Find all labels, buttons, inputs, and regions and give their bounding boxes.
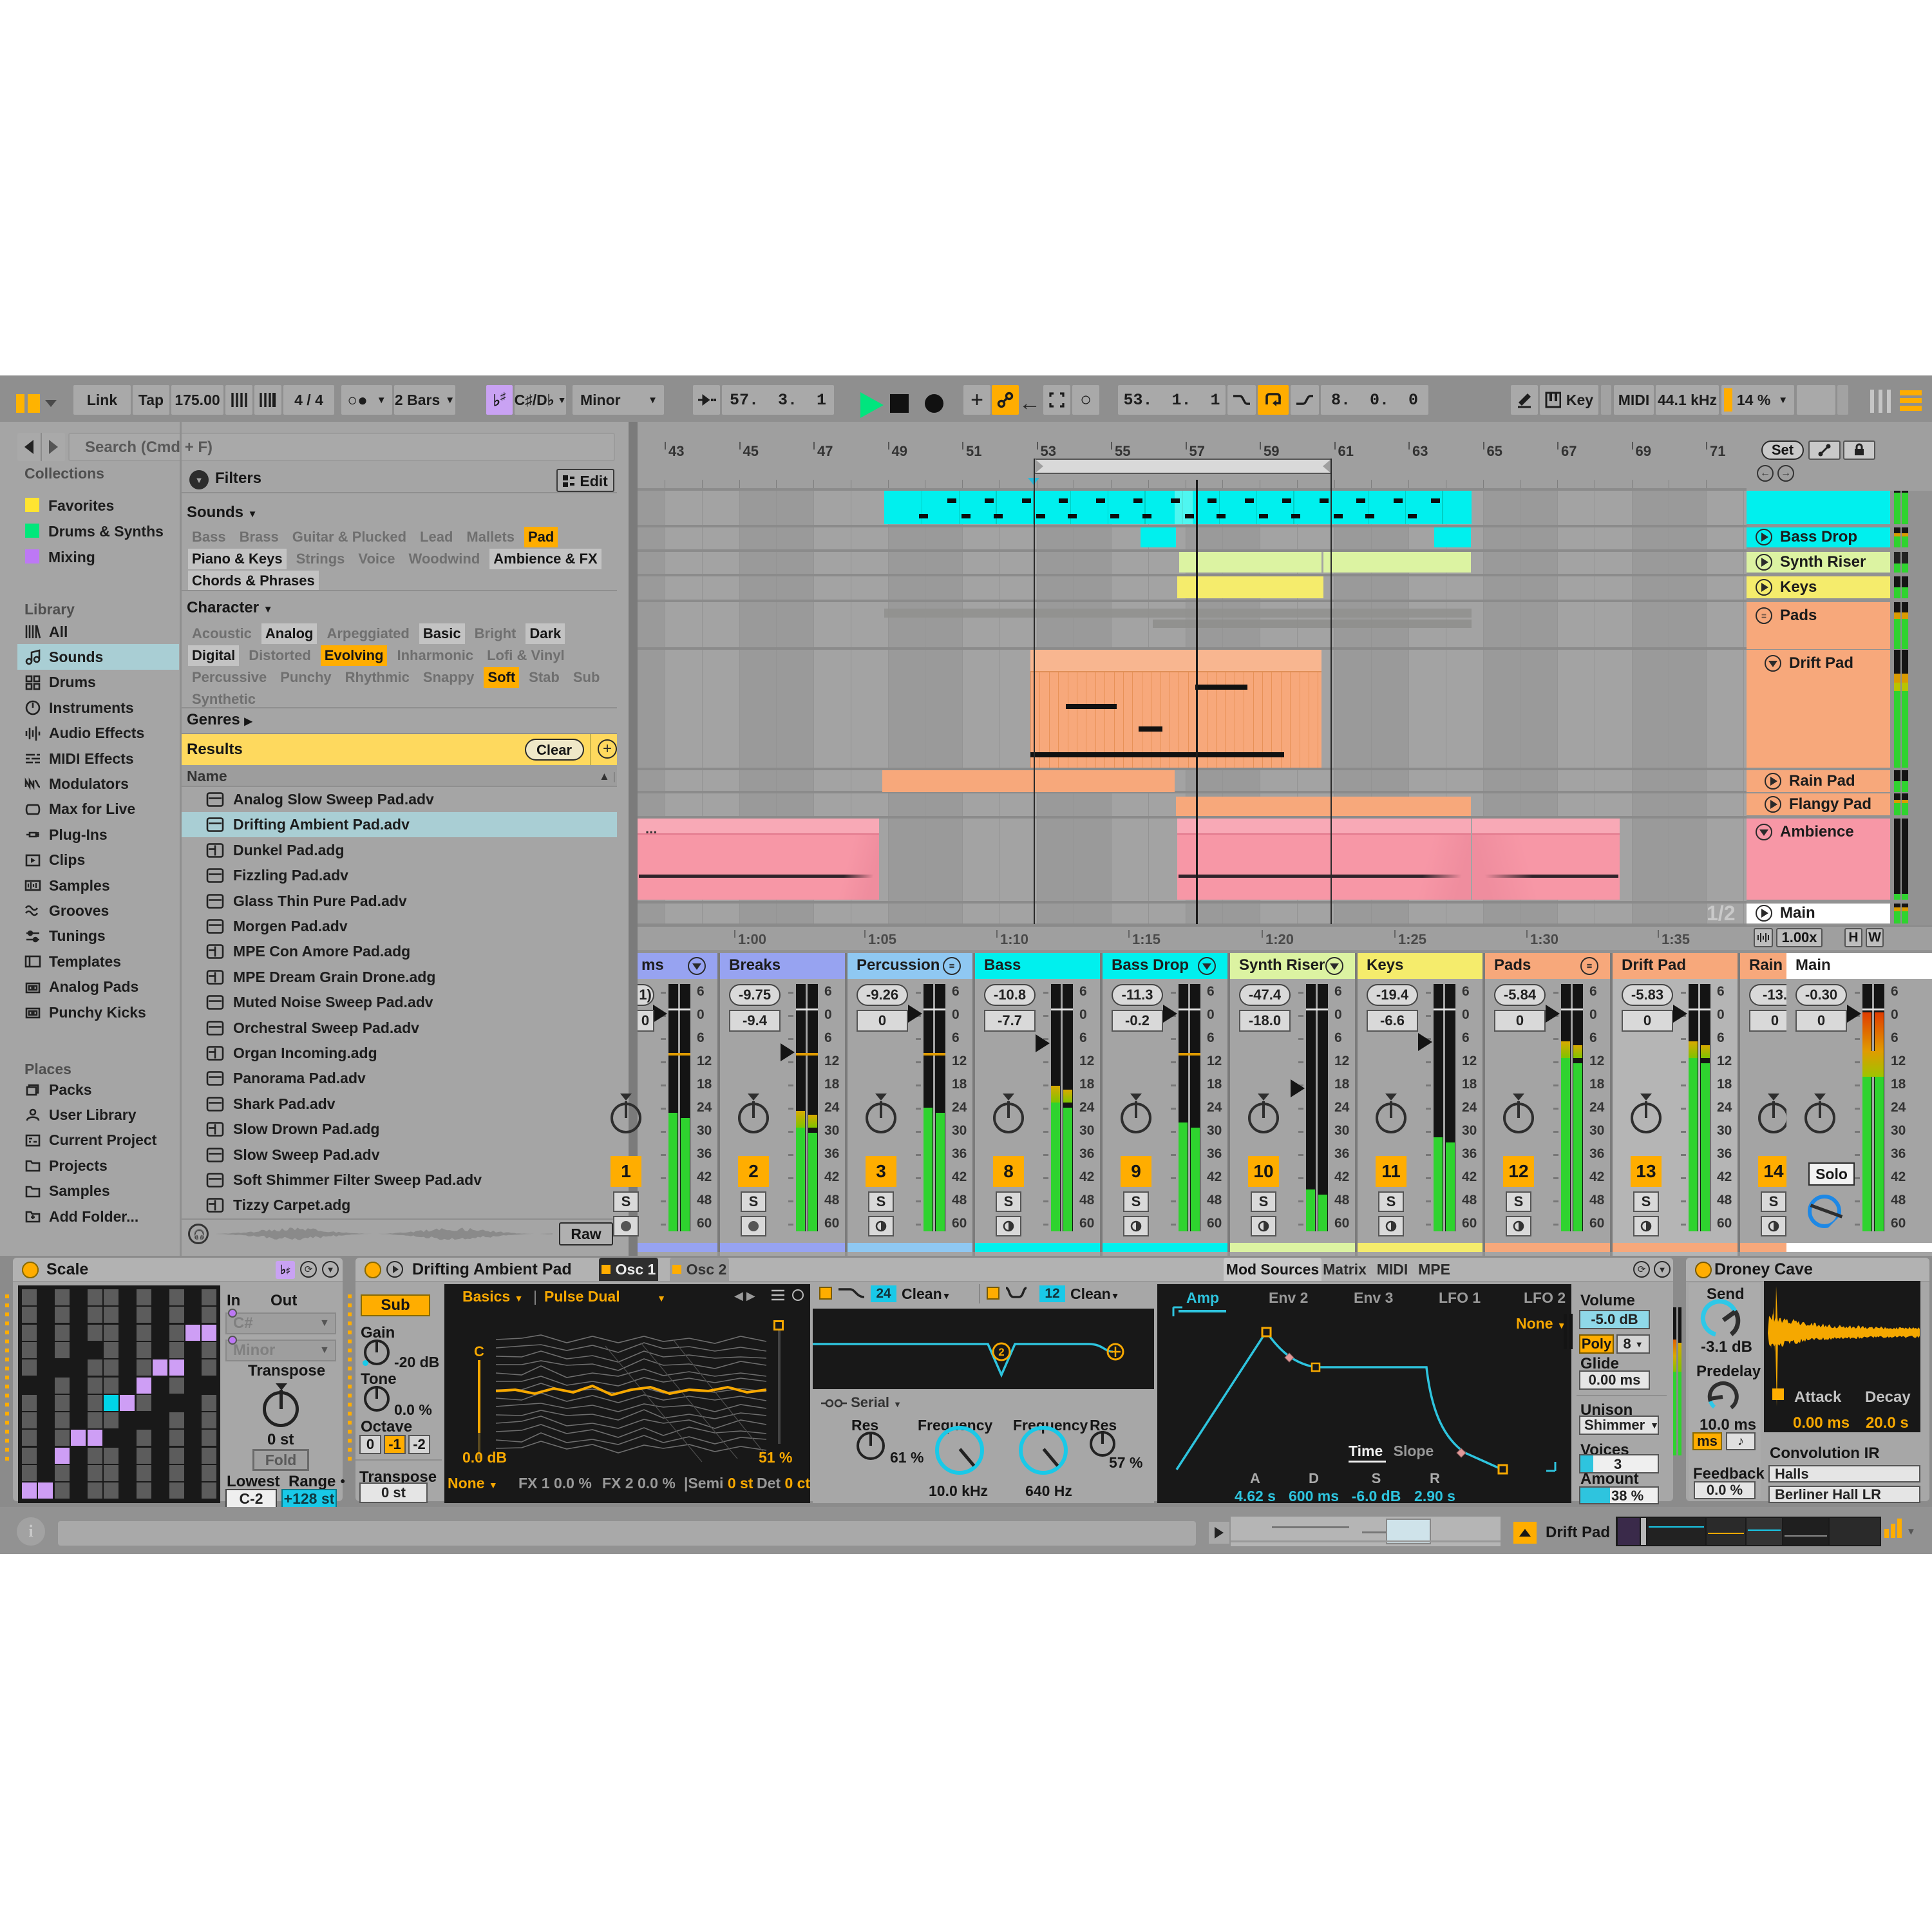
svg-text:2: 2 — [998, 1346, 1004, 1358]
